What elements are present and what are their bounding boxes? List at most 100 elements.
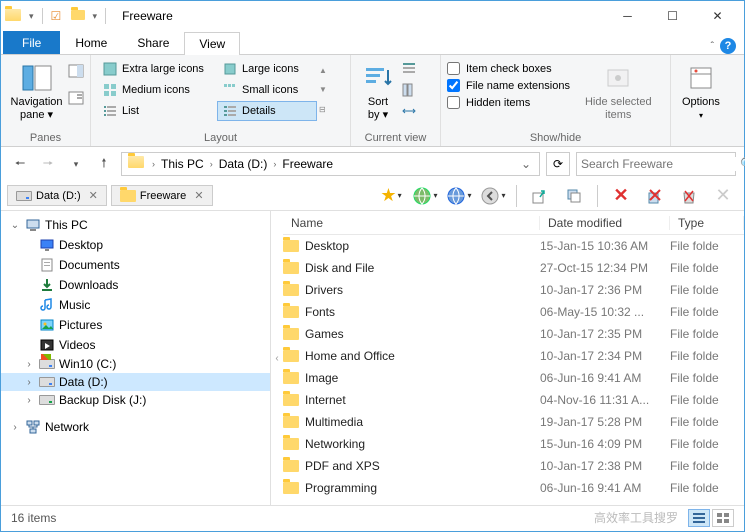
layout-small[interactable]: Small icons [217, 80, 317, 100]
export-button[interactable] [525, 183, 555, 209]
file-row[interactable]: Disk and File 27-Oct-15 12:34 PM File fo… [283, 257, 744, 279]
path-tab-data[interactable]: Data (D:)✕ [7, 185, 107, 206]
breadcrumb-bar[interactable]: › This PC › Data (D:) › Freeware ⌄ [121, 152, 540, 176]
path-tab-freeware[interactable]: Freeware✕ [111, 185, 213, 206]
check-file-name-extensions[interactable]: File name extensions [447, 78, 570, 93]
layout-extra-large[interactable]: Extra large icons [97, 59, 217, 79]
sort-by-button[interactable]: Sort by ▾ [357, 59, 399, 124]
header-name[interactable]: Name [283, 216, 540, 230]
header-type[interactable]: Type [670, 216, 744, 230]
qat-new-folder-icon[interactable] [71, 9, 85, 23]
crumb-root-sep[interactable]: › [148, 159, 159, 169]
file-row[interactable]: Programming 06-Jun-16 9:41 AM File folde [283, 477, 744, 499]
maximize-button[interactable]: ☐ [650, 2, 695, 30]
view-details-icon[interactable] [688, 509, 710, 527]
globe-button-2[interactable]: ▾ [444, 183, 474, 209]
copy-path-button[interactable] [559, 183, 589, 209]
tree-item[interactable]: Pictures [1, 315, 270, 335]
tree-network[interactable]: ›Network [1, 417, 270, 437]
layout-list[interactable]: List [97, 101, 217, 121]
file-row[interactable]: Networking 15-Jun-16 4:09 PM File folde [283, 433, 744, 455]
add-columns-button[interactable] [401, 82, 417, 101]
delete-button[interactable]: ✕ [606, 183, 636, 209]
qat-dropdown-2[interactable]: ▾ [93, 11, 98, 22]
pane-splitter[interactable]: ‹ [271, 211, 283, 505]
window-title: Freeware [122, 9, 173, 23]
file-row[interactable]: Internet 04-Nov-16 11:31 A... File folde [283, 389, 744, 411]
recent-locations-button[interactable]: ▾ [65, 153, 87, 175]
tab-home[interactable]: Home [60, 31, 122, 54]
tree-item[interactable]: Music [1, 295, 270, 315]
search-box[interactable]: 🔍 [576, 152, 736, 176]
globe-button-1[interactable]: ▾ [410, 183, 440, 209]
address-dropdown[interactable]: ⌄ [515, 157, 537, 171]
layout-large[interactable]: Large icons [217, 59, 317, 79]
delete-remove-button[interactable]: ✕ [708, 183, 738, 209]
crumb-data[interactable]: Data (D:) [217, 157, 270, 171]
tree-item[interactable]: ›Data (D:) [1, 373, 270, 391]
navigation-pane-button[interactable]: Navigation pane ▾ [7, 59, 66, 124]
group-by-button[interactable] [401, 61, 417, 80]
close-tab-icon[interactable]: ✕ [89, 189, 98, 202]
preview-pane-button[interactable] [68, 63, 84, 82]
details-pane-button[interactable] [68, 90, 84, 109]
tab-file[interactable]: File [3, 31, 60, 54]
file-row[interactable]: Games 10-Jan-17 2:35 PM File folde [283, 323, 744, 345]
file-row[interactable]: Desktop 15-Jan-15 10:36 AM File folde [283, 235, 744, 257]
up-button[interactable]: 🠕 [93, 153, 115, 175]
file-list[interactable]: Desktop 15-Jan-15 10:36 AM File folde Di… [283, 235, 744, 505]
layout-scroll-down[interactable]: ▼ [319, 85, 327, 94]
tab-view[interactable]: View [184, 32, 240, 55]
file-row[interactable]: PDF and XPS 10-Jan-17 2:38 PM File folde [283, 455, 744, 477]
currentview-group-label: Current view [357, 132, 434, 144]
minimize-button[interactable]: ─ [605, 2, 650, 30]
file-row[interactable]: Home and Office 10-Jan-17 2:34 PM File f… [283, 345, 744, 367]
layout-scroll-up[interactable]: ▲ [319, 66, 327, 75]
navigation-tree[interactable]: ⌄This PC DesktopDocumentsDownloadsMusicP… [1, 211, 271, 505]
file-row[interactable]: Multimedia 19-Jan-17 5:28 PM File folde [283, 411, 744, 433]
help-icon[interactable]: ? [720, 38, 736, 54]
file-row[interactable]: Drivers 10-Jan-17 2:36 PM File folde [283, 279, 744, 301]
tree-thispc[interactable]: ⌄This PC [1, 215, 270, 235]
history-back-button[interactable]: ▾ [478, 183, 508, 209]
close-button[interactable]: ✕ [695, 2, 740, 30]
tree-item[interactable]: Documents [1, 255, 270, 275]
hide-selected-button[interactable]: Hide selected items [580, 59, 657, 124]
tree-item[interactable]: Desktop [1, 235, 270, 255]
file-row[interactable]: Image 06-Jun-16 9:41 AM File folde [283, 367, 744, 389]
header-date[interactable]: Date modified [540, 216, 670, 230]
layout-more[interactable]: ⊟ [319, 105, 327, 114]
delete-recycle-button[interactable] [674, 183, 704, 209]
forward-button[interactable]: 🠖 [37, 153, 59, 175]
refresh-button[interactable]: ⟳ [546, 152, 570, 176]
favorites-button[interactable]: ★▾ [376, 183, 406, 209]
search-icon: 🔍 [740, 157, 745, 171]
delete-permanent-button[interactable] [640, 183, 670, 209]
options-button[interactable]: Options▾ [677, 59, 725, 124]
file-list-pane: Name Date modified Type Desktop 15-Jan-1… [283, 211, 744, 505]
tab-share[interactable]: Share [122, 31, 184, 54]
tree-item[interactable]: ›Win10 (C:) [1, 355, 270, 373]
check-item-check-boxes[interactable]: Item check boxes [447, 61, 570, 76]
size-columns-button[interactable] [401, 103, 417, 122]
file-row[interactable]: Fonts 06-May-15 10:32 ... File folde [283, 301, 744, 323]
tree-item[interactable]: Downloads [1, 275, 270, 295]
app-folder-icon [5, 9, 21, 24]
folder-icon [283, 262, 299, 274]
view-large-icon[interactable] [712, 509, 734, 527]
qat-dropdown[interactable]: ▾ [29, 11, 34, 22]
tree-item[interactable]: ›Backup Disk (J:) [1, 391, 270, 409]
folder-icon [283, 460, 299, 472]
check-hidden-items[interactable]: Hidden items [447, 95, 570, 110]
qat-properties-icon[interactable]: ☑ [51, 9, 65, 23]
tree-item[interactable]: Videos [1, 335, 270, 355]
search-input[interactable] [581, 157, 736, 171]
layout-details[interactable]: Details [217, 101, 317, 121]
back-button[interactable]: 🠔 [9, 153, 31, 175]
close-tab-icon[interactable]: ✕ [194, 189, 203, 202]
collapse-ribbon-button[interactable]: ˆ [709, 39, 716, 54]
ribbon-body: Navigation pane ▾ Panes Extra large icon… [1, 55, 744, 147]
layout-medium[interactable]: Medium icons [97, 80, 217, 100]
crumb-freeware[interactable]: Freeware [280, 157, 335, 171]
crumb-thispc[interactable]: This PC [159, 157, 206, 171]
